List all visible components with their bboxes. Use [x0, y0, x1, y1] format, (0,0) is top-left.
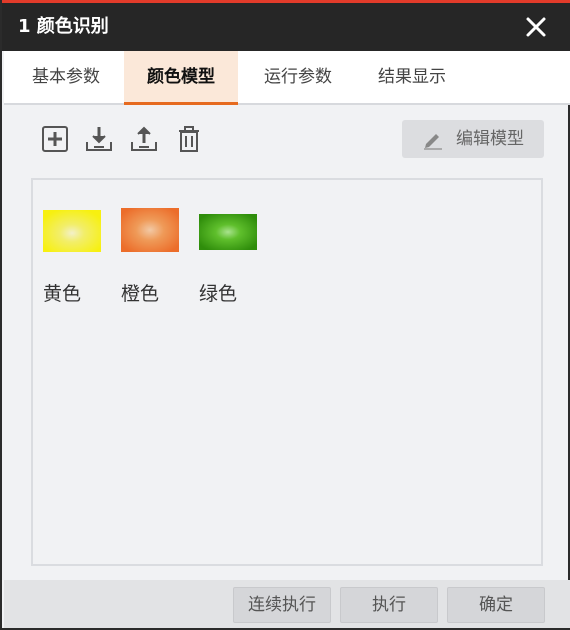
- tab-color-model[interactable]: 颜色模型: [124, 51, 238, 105]
- orange-swatch[interactable]: [121, 208, 179, 252]
- tab-run-params[interactable]: 运行参数: [246, 51, 350, 103]
- close-icon[interactable]: [522, 13, 550, 41]
- yellow-swatch[interactable]: [43, 210, 101, 252]
- color-model-list: 黄色 橙色 绿色: [31, 178, 543, 566]
- yellow-label: 黄色: [43, 283, 82, 305]
- orange-label: 橙色: [121, 283, 160, 305]
- export-icon[interactable]: [129, 124, 159, 154]
- green-label: 绿色: [199, 283, 238, 305]
- add-icon[interactable]: [40, 124, 70, 154]
- footer-bar: 连续执行 执行 确定: [4, 580, 570, 628]
- edit-model-button[interactable]: 编辑模型: [402, 120, 544, 158]
- pencil-icon: [424, 134, 442, 150]
- tab-basic-params[interactable]: 基本参数: [8, 51, 124, 103]
- title-bar[interactable]: 1 颜色识别: [2, 3, 570, 51]
- import-icon[interactable]: [84, 124, 114, 154]
- edit-model-label: 编辑模型: [456, 129, 524, 149]
- confirm-button[interactable]: 确定: [447, 587, 545, 623]
- green-swatch[interactable]: [199, 214, 257, 250]
- delete-icon[interactable]: [174, 124, 204, 154]
- continuous-run-button[interactable]: 连续执行: [233, 587, 331, 623]
- color-recognition-dialog: 1 颜色识别 基本参数 颜色模型 运行参数 结果显示 编辑模型 黄色 橙色 绿色…: [0, 0, 570, 630]
- dialog-title: 1 颜色识别: [18, 16, 109, 37]
- tab-result-display[interactable]: 结果显示: [360, 51, 464, 103]
- run-button[interactable]: 执行: [340, 587, 438, 623]
- tab-bar: 基本参数 颜色模型 运行参数 结果显示: [4, 51, 570, 105]
